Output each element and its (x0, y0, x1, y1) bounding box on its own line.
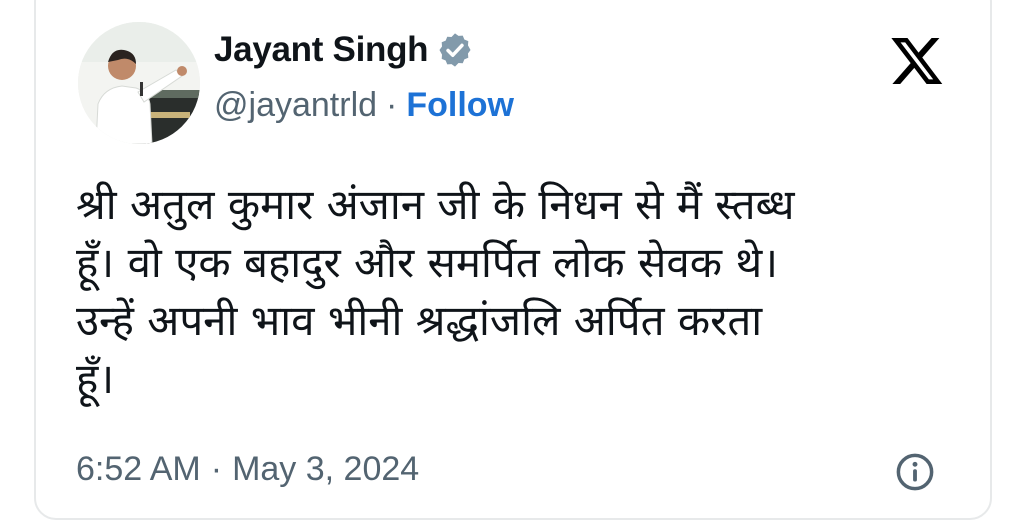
tweet-timestamp[interactable]: 6:52 AM · May 3, 2024 (76, 450, 419, 489)
separator-dot: · (386, 86, 398, 124)
handle-row: @jayantrld · Follow (214, 86, 514, 125)
separator-dot: · (210, 450, 223, 488)
tweet-date: May 3, 2024 (232, 450, 420, 488)
x-logo-icon[interactable] (889, 38, 945, 84)
follow-button[interactable]: Follow (406, 86, 514, 125)
tweet-text-line: श्री अतुल कुमार अंजान जी के निधन से मैं … (76, 180, 795, 229)
verified-badge-icon (439, 33, 471, 67)
author-name[interactable]: Jayant Singh (214, 30, 429, 70)
author-name-row: Jayant Singh (214, 30, 474, 70)
tweet-text-line: उन्हें अपनी भाव भीनी श्रद्धांजलि अर्पित … (76, 296, 763, 345)
tweet-text-line: हूँ। (76, 354, 115, 403)
author-handle[interactable]: @jayantrld (214, 86, 377, 125)
info-icon[interactable] (894, 451, 936, 493)
avatar[interactable] (78, 22, 200, 144)
tweet-text-line: हूँ। वो एक बहादुर और समर्पित लोक सेवक थे… (76, 238, 779, 287)
tweet-text: श्री अतुल कुमार अंजान जी के निधन से मैं … (76, 176, 956, 408)
tweet-time: 6:52 AM (76, 450, 201, 488)
avatar-photo (78, 22, 200, 144)
